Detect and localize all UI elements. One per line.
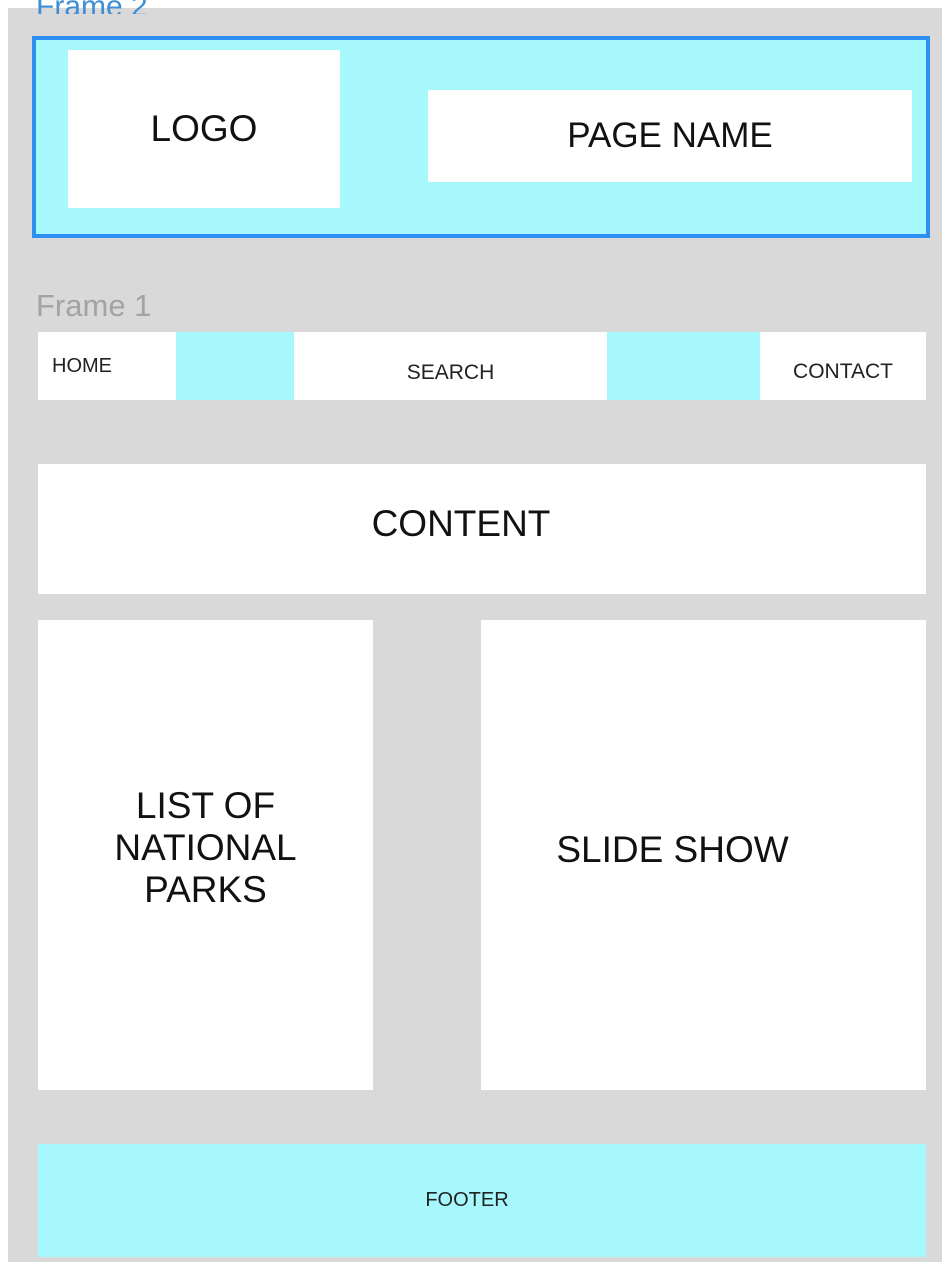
logo-placeholder[interactable]: LOGO <box>68 50 340 208</box>
national-parks-list-label: LIST OF NATIONAL PARKS <box>114 785 297 910</box>
footer-placeholder[interactable]: FOOTER <box>38 1144 926 1257</box>
page-name-placeholder[interactable]: PAGE NAME <box>428 90 912 182</box>
slide-show-placeholder[interactable]: SLIDE SHOW <box>481 620 926 1090</box>
design-canvas: Frame 2 LOGO PAGE NAME Frame 1 HOME SEAR… <box>8 0 942 1262</box>
nav-contact[interactable]: CONTACT <box>760 332 926 400</box>
content-placeholder[interactable]: CONTENT <box>38 464 926 594</box>
nav-search[interactable]: SEARCH <box>294 332 607 400</box>
national-parks-list-placeholder[interactable]: LIST OF NATIONAL PARKS <box>38 620 373 1090</box>
nav-spacer <box>176 332 294 400</box>
frame-1-label[interactable]: Frame 1 <box>36 288 151 324</box>
nav-home[interactable]: HOME <box>38 332 176 400</box>
nav-spacer <box>607 332 760 400</box>
frame-2-label[interactable]: Frame 2 <box>36 0 148 14</box>
